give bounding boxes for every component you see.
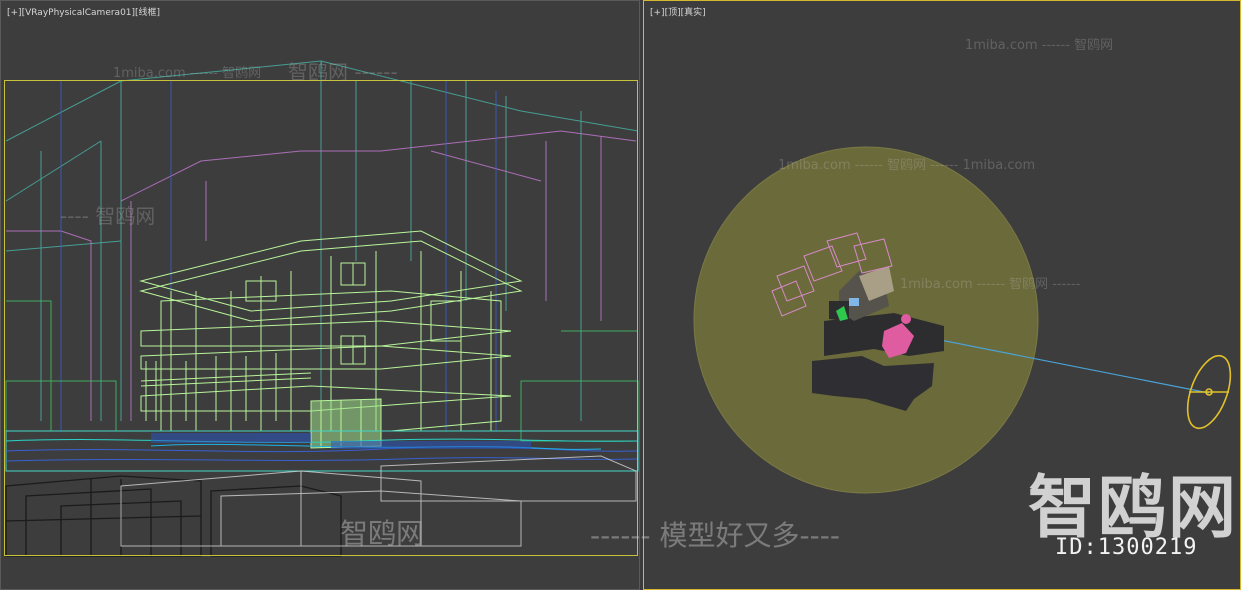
- sun-light-icon[interactable]: [1179, 350, 1239, 434]
- safe-frame: [4, 80, 638, 556]
- viewport-shading-mode[interactable]: [线框]: [135, 8, 160, 18]
- viewport-label-camera[interactable]: [+][VRayPhysicalCamera01][线框]: [7, 5, 160, 18]
- viewport-shading-mode[interactable]: [真实]: [681, 8, 706, 18]
- viewport-camera-name[interactable]: [VRayPhysicalCamera01]: [22, 8, 135, 18]
- viewport-view-name[interactable]: [顶]: [665, 8, 681, 18]
- viewport-menu-plus[interactable]: [+]: [650, 8, 665, 18]
- camera-viewport[interactable]: [+][VRayPhysicalCamera01][线框]: [0, 0, 640, 590]
- model-id-label: ID:1300219: [1055, 535, 1198, 560]
- viewport-menu-plus[interactable]: [+]: [7, 8, 22, 18]
- viewport-label-top[interactable]: [+][顶][真实]: [650, 5, 706, 18]
- watermark-slogan: ------ 模型好又多----: [590, 519, 840, 552]
- watermark-logo-small: 智鸥网: [340, 517, 425, 550]
